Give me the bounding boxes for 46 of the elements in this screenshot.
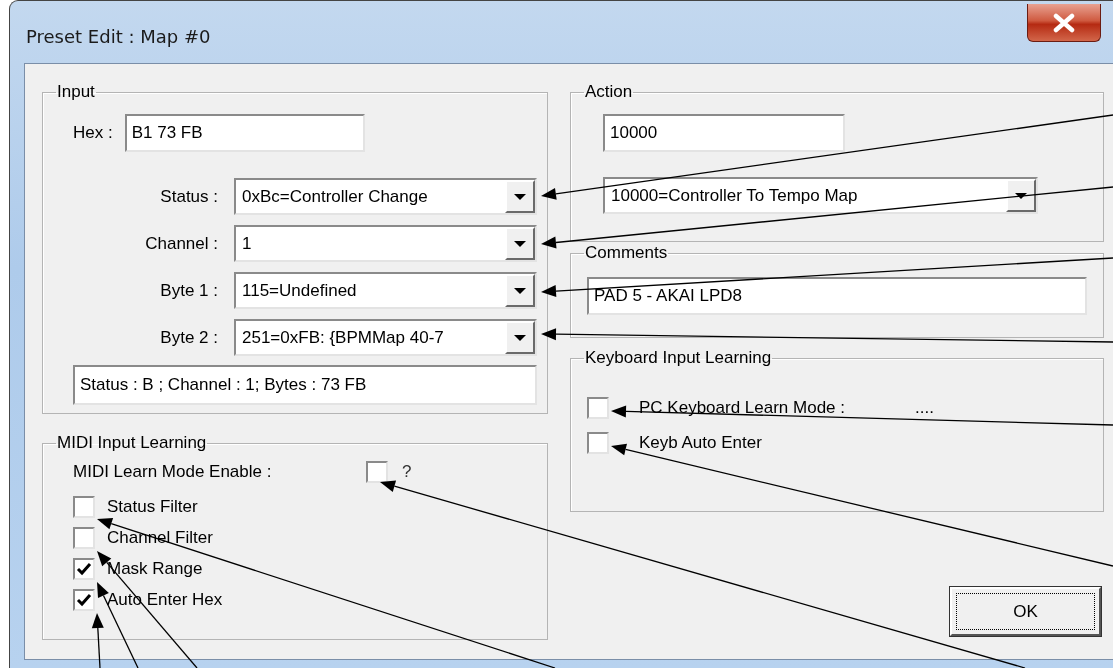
group-title: Input xyxy=(56,82,96,102)
caret-icon xyxy=(514,334,526,341)
field-label: Channel : xyxy=(144,233,218,254)
ok-button[interactable]: OK xyxy=(950,587,1101,636)
checkbox-label: MIDI Learn Mode Enable : xyxy=(73,462,273,482)
window-title: Preset Edit : Map #0 xyxy=(26,26,211,47)
close-button[interactable] xyxy=(1027,4,1101,42)
field-label: Byte 1 : xyxy=(159,280,218,301)
group-title: MIDI Input Learning xyxy=(56,433,208,453)
checkbox[interactable] xyxy=(73,495,95,518)
input-field[interactable]: Status : B ; Channel : 1; Bytes : 73 FB xyxy=(73,365,537,405)
status-text: .... xyxy=(915,397,934,418)
checkbox-label: Keyb Auto Enter xyxy=(639,432,762,453)
dropdown[interactable]: 251=0xFB: {BPMMap 40-7 xyxy=(234,319,537,356)
checkbox[interactable] xyxy=(73,557,95,580)
input-field[interactable]: PAD 5 - AKAI LPD8 xyxy=(587,277,1087,315)
input-field[interactable]: B1 73 FB xyxy=(124,114,365,152)
group-title: Action xyxy=(584,82,634,102)
dropdown-button[interactable] xyxy=(505,274,535,307)
field-label: Hex : xyxy=(73,123,113,143)
caret-icon xyxy=(1015,192,1027,199)
dropdown[interactable]: 1 xyxy=(234,225,537,262)
caret-icon xyxy=(514,287,526,294)
checkbox[interactable] xyxy=(73,588,95,611)
dropdown[interactable]: 115=Undefined xyxy=(234,272,537,309)
checkbox[interactable] xyxy=(366,461,388,483)
field-label: Byte 2 : xyxy=(159,327,218,348)
dropdown[interactable]: 10000=Controller To Tempo Map xyxy=(603,177,1038,214)
checkbox-label: PC Keyboard Learn Mode : xyxy=(639,397,845,418)
group-title: Comments xyxy=(584,243,669,263)
close-icon xyxy=(1052,12,1076,33)
field-label: Status : xyxy=(159,186,218,207)
checkbox[interactable] xyxy=(73,526,95,549)
status-text: ? xyxy=(402,462,412,482)
dropdown[interactable]: 0xBc=Controller Change xyxy=(234,178,537,215)
checkbox-label: Status Filter xyxy=(107,496,198,517)
checkbox[interactable] xyxy=(587,396,609,419)
group-title: Keyboard Input Learning xyxy=(584,348,773,368)
input-field[interactable]: 10000 xyxy=(603,114,845,152)
dropdown-button[interactable] xyxy=(505,321,535,354)
dropdown-button[interactable] xyxy=(505,227,535,260)
caret-icon xyxy=(514,240,526,247)
dropdown-button[interactable] xyxy=(1006,179,1036,212)
checkbox[interactable] xyxy=(587,431,609,454)
dropdown-button[interactable] xyxy=(505,180,535,213)
caret-icon xyxy=(514,193,526,200)
